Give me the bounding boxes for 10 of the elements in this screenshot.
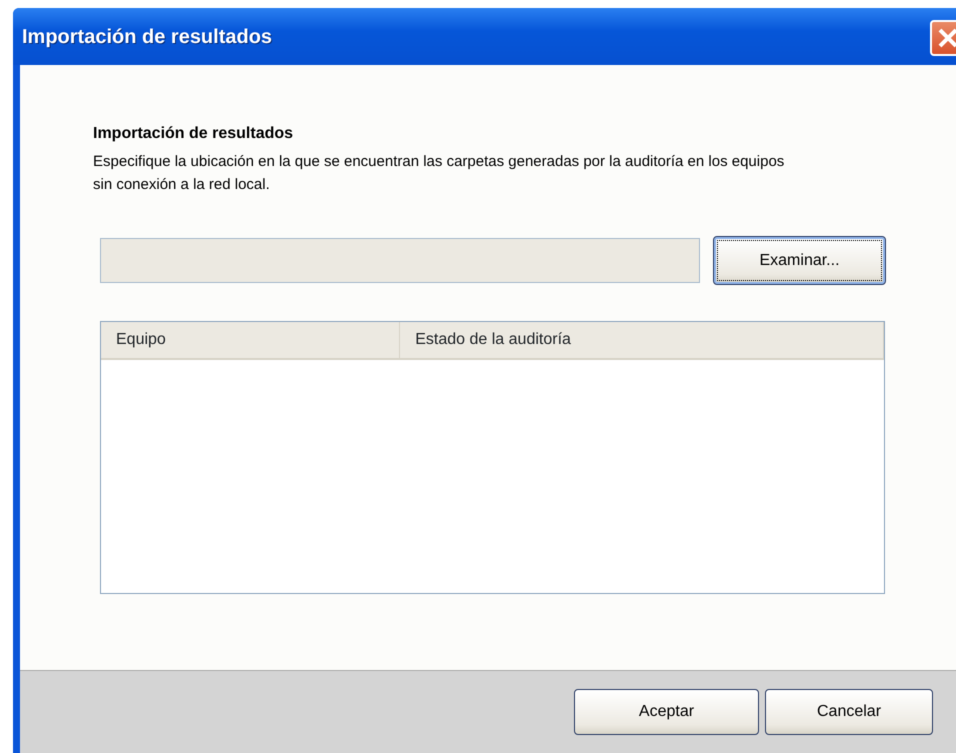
column-header[interactable]: Equipo	[101, 322, 400, 358]
close-icon	[937, 27, 956, 49]
section-heading: Importación de resultados	[93, 124, 294, 144]
description-text: Especifique la ubicación en la que se encuentran las carpetas generadas por la auditoría en los equipos sin conexión a la red local.	[93, 152, 786, 195]
close-button[interactable]	[930, 20, 956, 56]
accept-button[interactable]: Aceptar	[574, 689, 759, 735]
cancel-button[interactable]: Cancelar	[765, 689, 933, 735]
browse-button[interactable]: Examinar...	[713, 236, 886, 285]
column-header[interactable]: Estado de la auditoría	[400, 322, 884, 358]
window-title: Importación de resultados	[22, 24, 272, 50]
